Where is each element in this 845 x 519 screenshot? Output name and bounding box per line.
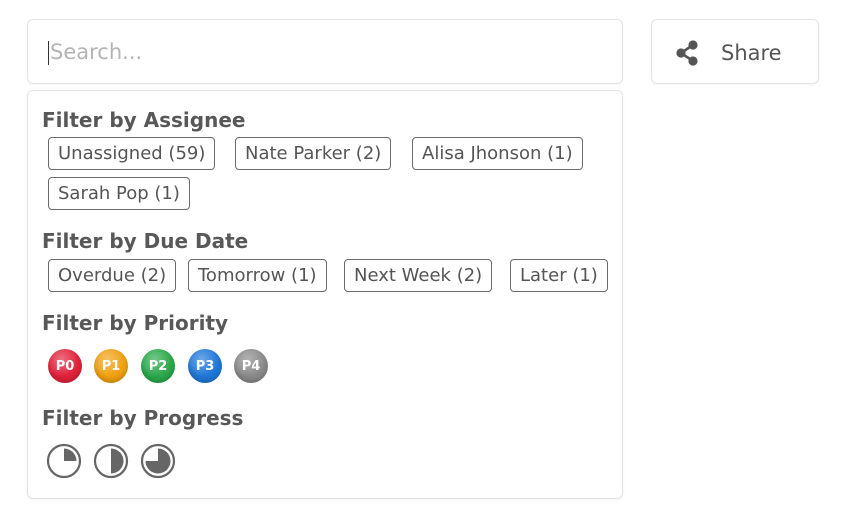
progress-quarter-icon[interactable] (46, 443, 82, 479)
priority-p2-badge[interactable]: P2 (141, 349, 175, 383)
due-date-chip-next-week[interactable]: Next Week (2) (344, 259, 493, 292)
priority-p4-badge[interactable]: P4 (234, 349, 268, 383)
priority-p0-badge[interactable]: P0 (48, 349, 82, 383)
share-button[interactable]: Share (651, 19, 819, 84)
progress-half-icon[interactable] (93, 443, 129, 479)
progress-three-quarter-icon[interactable] (140, 443, 176, 479)
share-label: Share (721, 41, 782, 65)
due-date-filter-title: Filter by Due Date (42, 229, 249, 253)
due-date-chip-overdue[interactable]: Overdue (2) (48, 259, 177, 292)
search-input[interactable] (50, 30, 610, 74)
text-cursor (48, 41, 49, 65)
assignee-chip-alisa-jhonson[interactable]: Alisa Jhonson (1) (412, 137, 583, 170)
share-icon (676, 40, 698, 66)
search-box[interactable] (27, 19, 623, 84)
progress-filter-title: Filter by Progress (42, 406, 244, 430)
filter-panel: Filter by Assignee Unassigned (59) Nate … (27, 90, 623, 499)
due-date-chip-tomorrow[interactable]: Tomorrow (1) (188, 259, 327, 292)
assignee-filter-title: Filter by Assignee (42, 108, 246, 132)
due-date-chip-later[interactable]: Later (1) (510, 259, 608, 292)
priority-filter-title: Filter by Priority (42, 311, 229, 335)
priority-p1-badge[interactable]: P1 (94, 349, 128, 383)
assignee-chip-sarah-pop[interactable]: Sarah Pop (1) (48, 177, 190, 210)
assignee-chip-unassigned[interactable]: Unassigned (59) (48, 137, 216, 170)
assignee-chip-nate-parker[interactable]: Nate Parker (2) (235, 137, 392, 170)
priority-p3-badge[interactable]: P3 (188, 349, 222, 383)
